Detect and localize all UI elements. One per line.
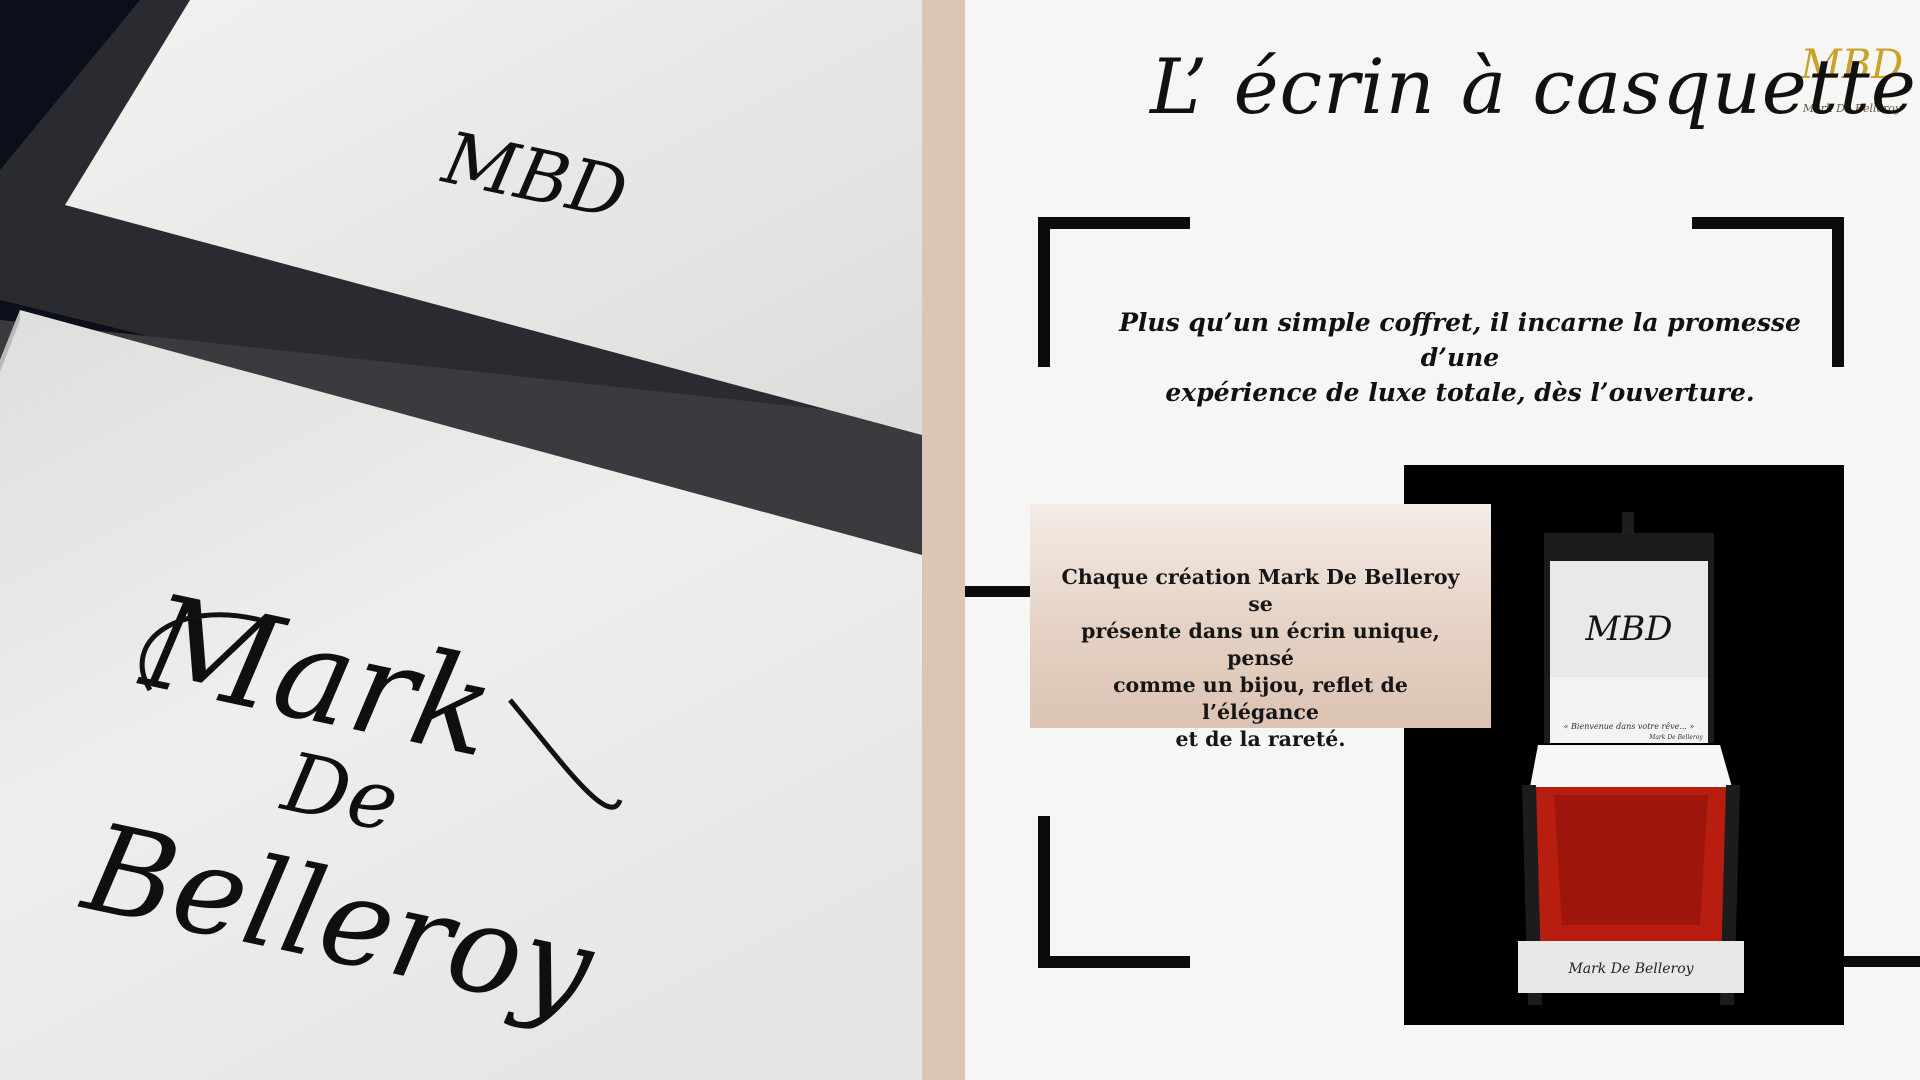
description-card: Chaque création Mark De Belleroy se prés… xyxy=(1030,504,1491,751)
page-title: L’ écrin à casquette xyxy=(1150,42,1917,131)
bracket-top-left-h xyxy=(1038,217,1190,229)
product-front-label: Mark De Belleroy xyxy=(1567,961,1694,977)
bracket-top-right-h xyxy=(1692,217,1844,229)
bracket-bottom-left-h xyxy=(1038,956,1190,968)
product-signature: Mark De Belleroy xyxy=(1648,734,1703,741)
product-monogram: MBD xyxy=(1584,609,1672,649)
description-line-4: et de la rareté. xyxy=(1175,727,1346,751)
intro-line-1: Plus qu’un simple coffret, il incarne la… xyxy=(1119,308,1801,372)
description-line-1: Chaque création Mark De Belleroy se xyxy=(1061,565,1460,616)
connector-left xyxy=(965,586,1031,597)
connector-right xyxy=(1844,956,1920,967)
description-line-3: comme un bijou, reflet de l’élégance xyxy=(1113,673,1408,724)
bracket-bottom-left-v xyxy=(1038,816,1050,968)
bracket-top-right-v xyxy=(1832,217,1844,367)
description-line-2: présente dans un écrin unique, pensé xyxy=(1081,619,1440,670)
intro-text: Plus qu’un simple coffret, il incarne la… xyxy=(1110,305,1810,410)
description-text: Chaque création Mark De Belleroy se prés… xyxy=(1060,564,1461,753)
beige-strip xyxy=(922,0,965,1080)
intro-line-2: expérience de luxe totale, dès l’ouvertu… xyxy=(1165,378,1755,407)
product-welcome-text: « Bienvenue dans votre rêve... » xyxy=(1564,722,1695,731)
bracket-top-left-v xyxy=(1038,217,1050,367)
box-photo: MBD Mark De Belleroy xyxy=(0,0,922,1080)
